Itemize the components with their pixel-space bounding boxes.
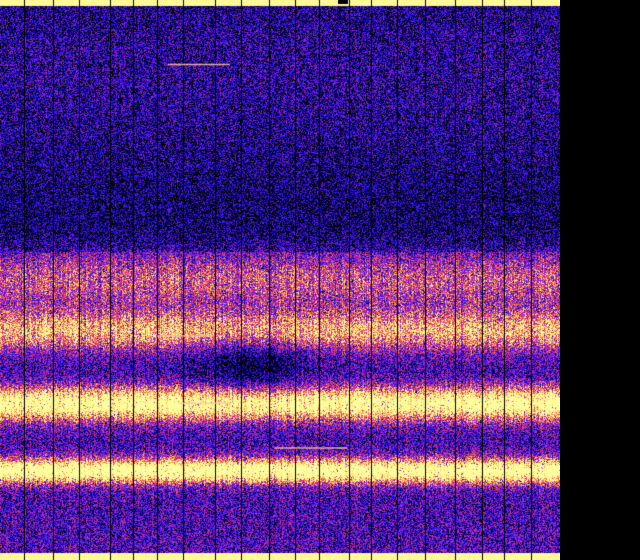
empty-side-panel xyxy=(560,0,640,560)
spectrogram-view xyxy=(0,0,640,560)
spectrogram-canvas xyxy=(0,0,560,560)
